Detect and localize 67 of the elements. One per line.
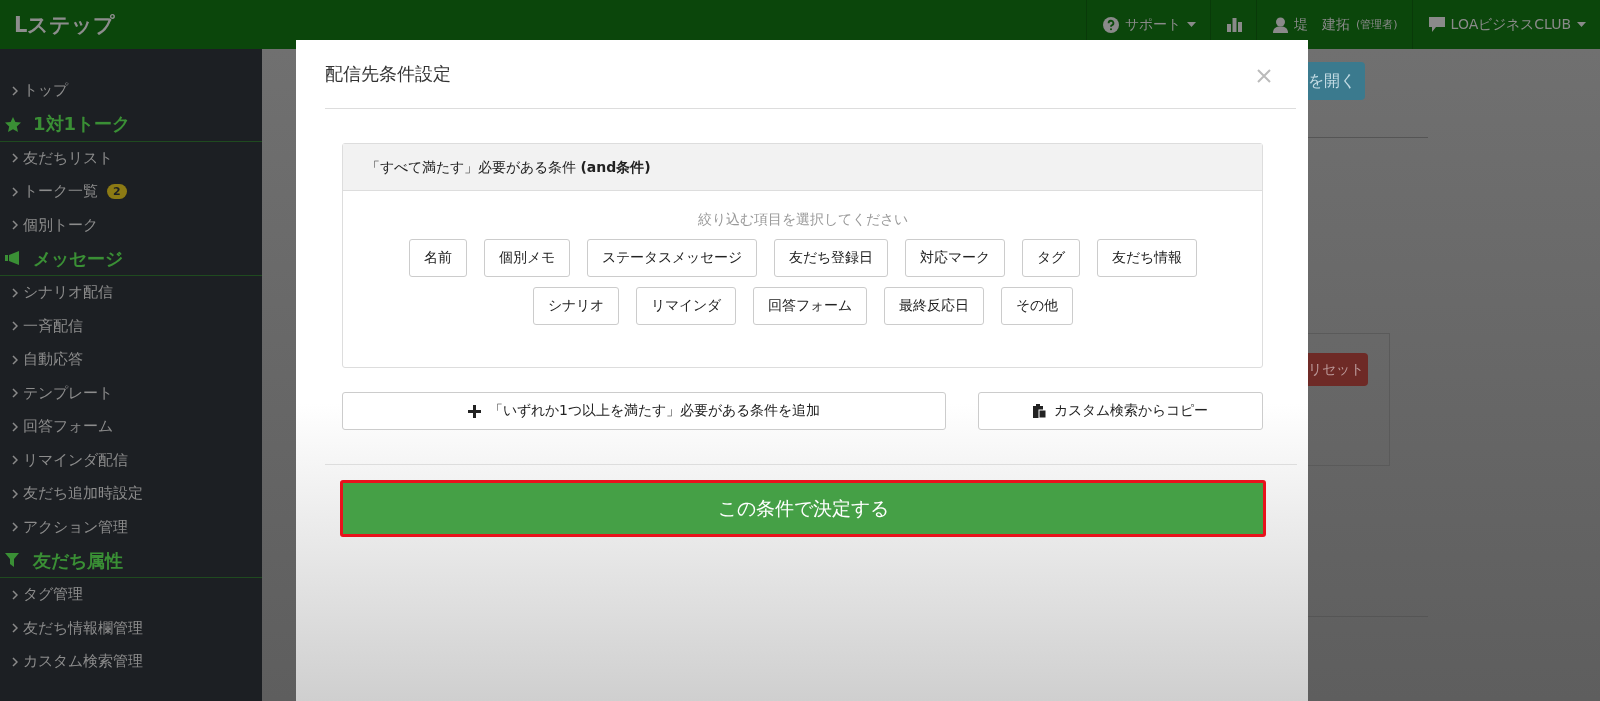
sidebar-section-heading: メッセージ	[0, 242, 262, 276]
chevron-icon	[12, 656, 18, 667]
sidebar-item[interactable]: リマインダ配信	[0, 443, 262, 477]
sidebar-item[interactable]: アクション管理	[0, 510, 262, 544]
sidebar-item[interactable]: 自動応答	[0, 343, 262, 377]
chevron-icon	[12, 354, 18, 365]
filter-button[interactable]: 対応マーク	[904, 239, 1005, 277]
filter-button[interactable]: 名前	[408, 239, 467, 277]
app-logo[interactable]: Lステップ	[0, 10, 116, 39]
filter-button[interactable]: 友だち登録日	[773, 239, 888, 277]
open-button[interactable]: を開く	[1308, 62, 1365, 100]
submit-button[interactable]: この条件で決定する	[340, 480, 1266, 537]
filter-button[interactable]: 最終反応日	[883, 287, 984, 325]
chevron-icon	[12, 421, 18, 432]
bar-chart-icon	[1227, 17, 1242, 32]
help-icon	[1103, 16, 1119, 33]
sidebar-section-heading: 友だち属性	[0, 544, 262, 578]
sidebar-item[interactable]: タグ管理	[0, 578, 262, 612]
add-condition-button[interactable]: 「いずれか1つ以上を満たす」必要がある条件を追加	[342, 392, 946, 430]
count-badge: 2	[107, 184, 127, 200]
chevron-icon	[12, 186, 18, 197]
sidebar-item[interactable]: シナリオ配信	[0, 276, 262, 310]
chevron-icon	[12, 220, 18, 231]
filter-button[interactable]: 個別メモ	[483, 239, 570, 277]
chevron-icon	[12, 488, 18, 499]
close-icon	[1257, 69, 1271, 83]
chevron-icon	[12, 85, 18, 96]
sidebar-item[interactable]: カスタム検索管理	[0, 645, 262, 679]
sidebar-item[interactable]: 回答フォーム	[0, 410, 262, 444]
chevron-icon	[12, 623, 18, 634]
chevron-icon	[12, 287, 18, 298]
sidebar-item[interactable]: 個別トーク	[0, 208, 262, 242]
star-icon	[5, 116, 21, 132]
chevron-icon	[12, 455, 18, 466]
filter-button[interactable]: タグ	[1021, 239, 1080, 277]
sidebar-section-heading: 1対1トーク	[0, 107, 262, 142]
filter-button[interactable]: リマインダ	[635, 287, 736, 325]
filter-button[interactable]: ステータスメッセージ	[586, 239, 757, 277]
sidebar-item[interactable]: テンプレート	[0, 376, 262, 410]
caret-icon	[1187, 22, 1196, 27]
copy-button[interactable]: カスタム検索からコピー	[978, 392, 1263, 430]
modal-title: 配信先条件設定	[325, 62, 451, 86]
filter-button[interactable]: その他	[1000, 287, 1073, 325]
clipboard-icon	[1033, 404, 1046, 418]
filter-icon	[5, 553, 21, 568]
caret-icon	[1577, 22, 1586, 27]
sidebar-item[interactable]: 一斉配信	[0, 309, 262, 343]
plus-icon	[468, 404, 482, 418]
sidebar-item[interactable]: 友だち追加時設定	[0, 477, 262, 511]
sidebar-item[interactable]: トーク一覧 2	[0, 175, 262, 209]
filter-button[interactable]: シナリオ	[532, 287, 619, 325]
hint-text: 絞り込む項目を選択してください	[697, 211, 908, 229]
chat-icon	[1428, 17, 1445, 32]
sidebar-item[interactable]: トップ	[0, 74, 262, 108]
sidebar-item[interactable]: 友だち情報欄管理	[0, 611, 262, 645]
user-icon	[1273, 16, 1288, 33]
chevron-icon	[12, 388, 18, 399]
sidebar-item[interactable]: 友だちリスト	[0, 141, 262, 175]
panel-heading: 「すべて満たす」必要がある条件 (and条件)	[343, 144, 1262, 191]
chevron-icon	[12, 321, 18, 332]
chevron-icon	[12, 522, 18, 533]
filter-button[interactable]: 友だち情報	[1096, 239, 1197, 277]
chevron-icon	[12, 153, 18, 164]
filter-button[interactable]: 回答フォーム	[752, 287, 867, 325]
reset-button[interactable]: リセット	[1308, 353, 1368, 386]
chevron-icon	[12, 589, 18, 600]
megaphone-icon	[5, 251, 21, 266]
